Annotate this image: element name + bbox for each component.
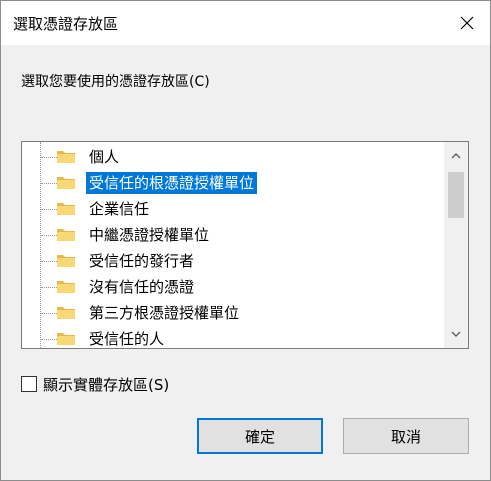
tree-connector-branch: [41, 157, 57, 158]
scroll-down-icon: [451, 331, 461, 337]
store-item-label: 受信任的發行者: [89, 252, 195, 270]
store-item-label: 個人: [89, 148, 120, 166]
select-certificate-store-dialog: 選取憑證存放區 選取您要使用的憑證存放區(C) 個人受信任的根憑證授權單位企業信…: [0, 0, 491, 481]
scroll-down-button[interactable]: [444, 324, 468, 344]
store-tree-items: 個人受信任的根憑證授權單位企業信任中繼憑證授權單位 受信任的發行者 沒有信任的憑證第…: [22, 142, 442, 348]
folder-icon: [57, 307, 75, 319]
title-bar: 選取憑證存放區: [1, 1, 490, 45]
folder-icon: [57, 281, 75, 293]
folder-icon: [57, 255, 75, 267]
show-physical-stores-checkbox[interactable]: [21, 376, 37, 392]
scroll-up-icon: [451, 153, 461, 159]
scroll-up-button[interactable]: [444, 146, 468, 166]
store-item[interactable]: 第三方根憑證授權單位: [22, 300, 442, 326]
tree-connector-branch: [41, 287, 57, 288]
store-item-label: 企業信任: [89, 200, 150, 218]
cancel-button[interactable]: 取消: [343, 418, 469, 454]
close-button[interactable]: [444, 1, 490, 45]
store-item-label: 受信任的根憑證授權單位: [86, 172, 258, 194]
tree-connector-branch: [41, 183, 57, 184]
store-item-label: 中繼憑證授權單位: [89, 226, 210, 244]
folder-icon: [57, 333, 75, 345]
window-title: 選取憑證存放區: [13, 15, 119, 33]
vertical-scrollbar[interactable]: [444, 142, 468, 348]
tree-connector-branch: [41, 261, 57, 262]
scrollbar-thumb[interactable]: [448, 172, 464, 218]
tree-connector-branch: [41, 313, 57, 314]
store-item[interactable]: 中繼憑證授權單位: [22, 222, 442, 248]
show-physical-stores-label[interactable]: 顯示實體存放區(S): [43, 374, 169, 395]
folder-icon: [57, 229, 75, 241]
store-item[interactable]: 個人: [22, 144, 442, 170]
tree-connector-branch: [41, 235, 57, 236]
close-icon: [460, 16, 474, 30]
store-item[interactable]: 受信任的人: [22, 326, 442, 348]
ok-button[interactable]: 確定: [197, 418, 323, 454]
tree-connector-branch: [41, 339, 57, 340]
store-tree-view[interactable]: 個人受信任的根憑證授權單位企業信任中繼憑證授權單位 受信任的發行者 沒有信任的憑證第…: [21, 141, 469, 349]
instruction-label: 選取您要使用的憑證存放區(C): [21, 74, 210, 90]
store-item[interactable]: 企業信任: [22, 196, 442, 222]
folder-icon: [57, 203, 75, 215]
store-item[interactable]: 受信任的根憑證授權單位: [22, 170, 442, 196]
store-item[interactable]: 受信任的發行者: [22, 248, 442, 274]
store-item-label: 沒有信任的憑證: [89, 278, 195, 296]
folder-icon: [57, 177, 75, 189]
folder-icon: [57, 151, 75, 163]
tree-connector-branch: [41, 209, 57, 210]
store-item[interactable]: 沒有信任的憑證: [22, 274, 442, 300]
store-item-label: 第三方根憑證授權單位: [89, 304, 240, 322]
store-item-label: 受信任的人: [89, 330, 165, 348]
